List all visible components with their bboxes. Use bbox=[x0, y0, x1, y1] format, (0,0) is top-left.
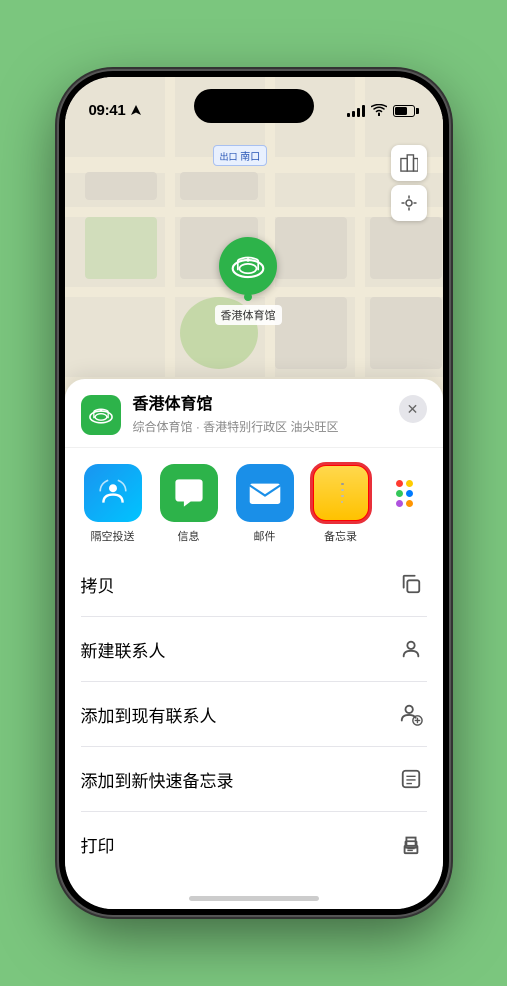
action-copy[interactable]: 拷贝 bbox=[81, 552, 427, 617]
location-card: 香港体育馆 综合体育馆 · 香港特别行政区 油尖旺区 ✕ bbox=[65, 379, 443, 448]
action-new-contact-label: 新建联系人 bbox=[81, 637, 166, 662]
stadium-pin[interactable]: 香港体育馆 bbox=[215, 237, 282, 325]
app-item-airdrop[interactable]: 隔空投送 bbox=[81, 464, 145, 544]
status-icons bbox=[347, 103, 419, 119]
map-type-button[interactable] bbox=[391, 145, 427, 181]
action-list: 拷贝 新建联系人 bbox=[65, 552, 443, 876]
map-exit-label: 出口 南口 bbox=[213, 145, 268, 166]
dynamic-island bbox=[194, 89, 314, 123]
copy-icon bbox=[395, 568, 427, 600]
stadium-icon bbox=[231, 252, 265, 280]
signal-icon bbox=[347, 105, 365, 117]
apps-row: 隔空投送 信息 bbox=[65, 448, 443, 552]
action-new-contact[interactable]: 新建联系人 bbox=[81, 617, 427, 682]
airdrop-label: 隔空投送 bbox=[91, 528, 135, 544]
status-time: 09:41 bbox=[89, 102, 126, 119]
print-icon bbox=[395, 828, 427, 860]
action-print-label: 打印 bbox=[81, 832, 115, 857]
location-button[interactable] bbox=[391, 185, 427, 221]
location-name: 香港体育馆 bbox=[133, 395, 387, 416]
action-add-quick-note[interactable]: 添加到新快速备忘录 bbox=[81, 747, 427, 812]
location-info: 香港体育馆 综合体育馆 · 香港特别行政区 油尖旺区 bbox=[133, 395, 387, 435]
action-add-existing-contact[interactable]: 添加到现有联系人 bbox=[81, 682, 427, 747]
mail-label: 邮件 bbox=[254, 528, 276, 544]
quick-note-icon bbox=[395, 763, 427, 795]
more-icon bbox=[385, 464, 425, 522]
app-item-more[interactable] bbox=[385, 464, 425, 522]
bottom-sheet: 香港体育馆 综合体育馆 · 香港特别行政区 油尖旺区 ✕ bbox=[65, 379, 443, 909]
app-item-mail[interactable]: 邮件 bbox=[233, 464, 297, 544]
map-controls bbox=[391, 145, 427, 221]
location-card-icon bbox=[81, 395, 121, 435]
airdrop-icon bbox=[84, 464, 142, 522]
mail-icon bbox=[236, 464, 294, 522]
app-item-messages[interactable]: 信息 bbox=[157, 464, 221, 544]
pin-circle bbox=[219, 237, 277, 295]
action-quick-note-label: 添加到新快速备忘录 bbox=[81, 767, 234, 792]
action-add-existing-label: 添加到现有联系人 bbox=[81, 702, 217, 727]
location-description: 综合体育馆 · 香港特别行政区 油尖旺区 bbox=[133, 418, 387, 435]
messages-label: 信息 bbox=[178, 528, 200, 544]
add-contact-icon bbox=[395, 698, 427, 730]
battery-icon bbox=[393, 105, 419, 117]
pin-label: 香港体育馆 bbox=[215, 305, 282, 325]
app-item-notes[interactable]: 备忘录 bbox=[309, 464, 373, 544]
close-button[interactable]: ✕ bbox=[399, 395, 427, 423]
action-copy-label: 拷贝 bbox=[81, 572, 115, 597]
phone-screen: 09:41 bbox=[65, 77, 443, 909]
home-indicator bbox=[189, 896, 319, 901]
phone-frame: 09:41 bbox=[59, 71, 449, 915]
notes-icon bbox=[312, 464, 370, 522]
new-contact-icon bbox=[395, 633, 427, 665]
notes-label: 备忘录 bbox=[324, 528, 357, 544]
messages-icon bbox=[160, 464, 218, 522]
action-print[interactable]: 打印 bbox=[81, 812, 427, 876]
wifi-icon bbox=[371, 103, 387, 119]
apps-container: 隔空投送 信息 bbox=[81, 464, 427, 544]
location-icon bbox=[131, 105, 141, 117]
